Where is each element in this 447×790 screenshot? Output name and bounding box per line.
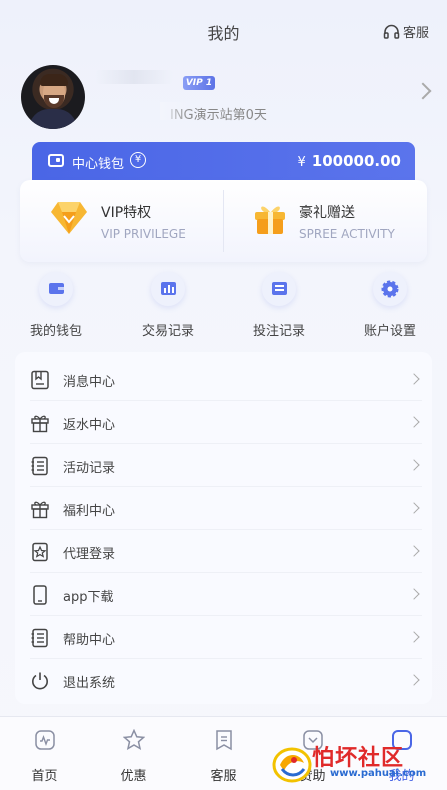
- gift-icon: [31, 415, 49, 433]
- menu-item-activity-records[interactable]: 活动记录: [15, 444, 432, 487]
- quick-my-wallet[interactable]: 我的钱包: [6, 268, 106, 339]
- wallet-icon: [48, 154, 64, 167]
- chevron-right-icon: [408, 416, 420, 428]
- currency-symbol: ¥: [297, 155, 306, 170]
- quick-bet-records-label: 投注记录: [252, 324, 305, 339]
- support-icon: [215, 730, 232, 751]
- vip-privilege-title: VIP特权: [101, 205, 152, 221]
- spree-activity-title: 豪礼赠送: [299, 205, 355, 221]
- customer-service-button[interactable]: 客服: [383, 22, 429, 41]
- power-icon: [32, 672, 48, 690]
- chart-icon: [151, 272, 185, 306]
- spree-activity-subtitle: SPREE ACTIVITY: [299, 227, 395, 241]
- list-icon: [31, 628, 48, 648]
- quick-transactions[interactable]: 交易记录: [118, 268, 218, 339]
- tab-support[interactable]: 客服: [179, 717, 268, 784]
- avatar[interactable]: [21, 65, 85, 129]
- menu-item-label: 帮助中心: [63, 633, 116, 648]
- menu-item-label: 代理登录: [63, 547, 116, 562]
- wallet-icon: [39, 272, 73, 306]
- watermark-url: www.pahuai.com: [330, 768, 427, 779]
- menu-item-label: 消息中心: [63, 375, 116, 390]
- chevron-right-icon: [408, 373, 420, 385]
- menu-item-label: app下载: [63, 590, 114, 605]
- customer-service-label: 客服: [402, 26, 429, 41]
- gift-box-icon: [255, 206, 285, 234]
- quick-transactions-label: 交易记录: [141, 324, 194, 339]
- chevron-right-icon: [408, 545, 420, 557]
- tab-label: 首页: [31, 769, 58, 784]
- chevron-right-icon[interactable]: [414, 82, 432, 100]
- menu-item-welfare[interactable]: 福利中心: [15, 487, 432, 530]
- menu-item-label: 福利中心: [63, 504, 116, 519]
- quick-account-settings-label: 账户设置: [363, 324, 416, 339]
- tab-label: 客服: [210, 769, 237, 784]
- star-icon: [122, 728, 145, 751]
- tab-promotions[interactable]: 优惠: [89, 717, 178, 784]
- gear-icon: [373, 272, 407, 306]
- profile-section[interactable]: VIP 1 ING演示站第0天: [0, 60, 447, 140]
- menu-item-label: 返水中心: [63, 418, 116, 433]
- vip-privilege-subtitle: VIP PRIVILEGE: [101, 227, 186, 241]
- tab-home[interactable]: 首页: [0, 717, 89, 784]
- chevron-right-icon: [408, 631, 420, 643]
- vip-promo-card: VIP特权 VIP PRIVILEGE 豪礼赠送 SPREE ACTIVITY: [20, 180, 427, 262]
- chevron-right-icon: [408, 502, 420, 514]
- gift-icon: [31, 501, 49, 519]
- quick-actions: 我的钱包 交易记录 投注记录 账户设置: [0, 268, 447, 348]
- yen-circle-icon[interactable]: ¥: [130, 152, 146, 168]
- vip-level-badge: VIP 1: [183, 76, 215, 90]
- quick-account-settings[interactable]: 账户设置: [340, 268, 440, 339]
- tab-label: 优惠: [120, 769, 147, 784]
- quick-my-wallet-label: 我的钱包: [29, 324, 82, 339]
- chevron-right-icon: [408, 588, 420, 600]
- menu-item-logout[interactable]: 退出系统: [15, 659, 432, 702]
- wallet-label: 中心钱包: [72, 157, 125, 172]
- menu-item-rebate[interactable]: 返水中心: [15, 401, 432, 444]
- list-icon: [31, 456, 48, 476]
- menu-item-messages[interactable]: 消息中心: [15, 358, 432, 401]
- chevron-right-icon: [408, 459, 420, 471]
- headset-icon: [383, 24, 400, 39]
- menu-item-agent-login[interactable]: 代理登录: [15, 530, 432, 573]
- page-header: 我的 客服: [0, 0, 447, 60]
- list-icon: [262, 272, 296, 306]
- quick-bet-records[interactable]: 投注记录: [229, 268, 329, 339]
- menu-item-label: 退出系统: [63, 676, 116, 691]
- wallet-balance: ¥100000.00: [298, 152, 401, 170]
- badge-icon: [32, 542, 48, 562]
- menu-list: 消息中心 返水中心 活动记录 福利中心 代理登录 app下载 帮助中心 退出系统: [15, 352, 432, 704]
- menu-item-label: 活动记录: [63, 461, 116, 476]
- chevron-right-icon: [408, 674, 420, 686]
- username-blurred: [95, 70, 173, 84]
- center-wallet-bar[interactable]: 中心钱包 ¥ ¥100000.00: [32, 142, 415, 180]
- page-title: 我的: [207, 24, 240, 43]
- diamond-icon: [51, 202, 87, 234]
- home-icon: [34, 730, 55, 750]
- message-icon: [31, 370, 49, 390]
- menu-item-app-download[interactable]: app下载: [15, 573, 432, 616]
- phone-icon: [33, 585, 47, 605]
- wallet-amount: 100000.00: [311, 152, 401, 170]
- divider: [223, 190, 224, 252]
- menu-item-help-center[interactable]: 帮助中心: [15, 616, 432, 659]
